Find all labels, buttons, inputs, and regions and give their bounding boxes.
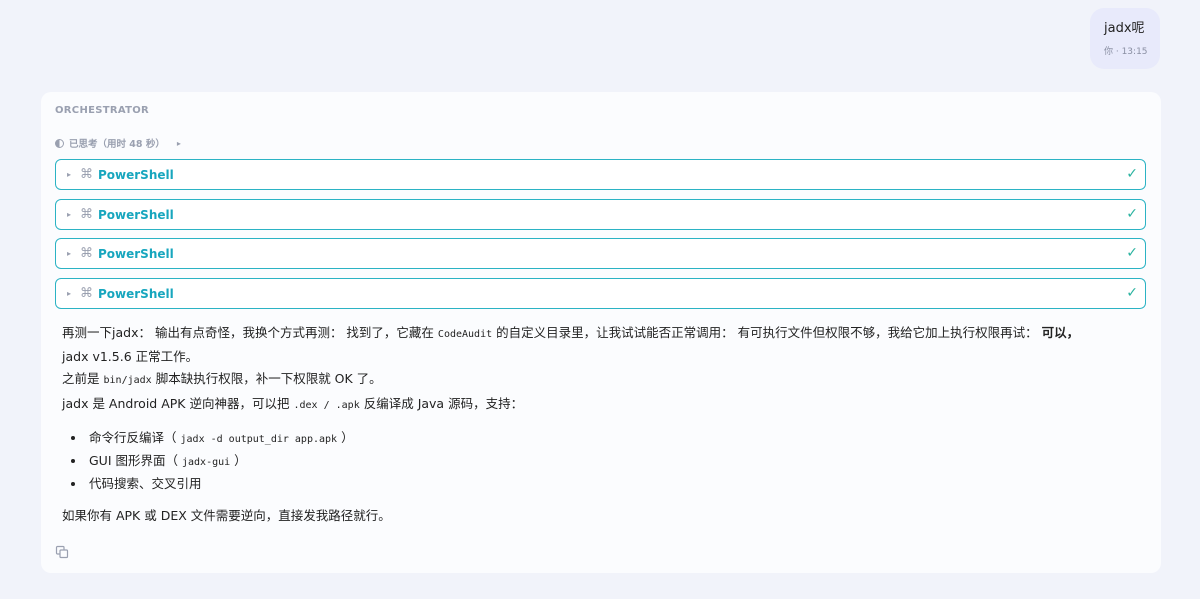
copy-icon[interactable]	[55, 545, 69, 559]
expand-caret-icon: ▸	[67, 249, 72, 258]
response-paragraph-3: jadx 是 Android APK 逆向神器，可以把 .dex / .apk 反编…	[62, 393, 1142, 417]
expand-caret-icon: ▸	[67, 210, 72, 219]
inline-code: .dex / .apk	[293, 400, 360, 411]
response-paragraph-1: 再测一下jadx： 输出有点奇怪，我换个方式再测： 找到了，它藏在 CodeAud…	[62, 322, 1142, 368]
tool-call-powershell-4[interactable]: ▸ ⌘ PowerShell ✓	[55, 278, 1146, 309]
bold-text: 可以，	[1041, 325, 1080, 340]
expand-caret-icon: ▸	[67, 289, 72, 298]
user-message-bubble: jadx呢 你 · 13:15	[1090, 8, 1160, 69]
response-paragraph-2: 之前是 bin/jadx 脚本缺执行权限，补一下权限就 OK 了。	[62, 368, 1142, 392]
tool-name: PowerShell	[98, 286, 174, 301]
response-paragraph-4: 如果你有 APK 或 DEX 文件需要逆向，直接发我路径就行。	[62, 508, 391, 523]
text-span: 代码搜索、交叉引用	[89, 476, 202, 491]
agent-label: ORCHESTRATOR	[55, 105, 150, 116]
inline-code: bin/jadx	[103, 375, 152, 386]
user-message-meta: 你 · 13:15	[1104, 47, 1148, 57]
list-item: 命令行反编译（jadx -d output_dir app.apk）	[86, 427, 354, 450]
text-span: 命令行反编译（	[89, 430, 177, 445]
command-icon: ⌘	[80, 167, 93, 182]
list-item: GUI 图形界面（ jadx-gui）	[86, 450, 354, 473]
command-icon: ⌘	[80, 246, 93, 261]
inline-code: CodeAudit	[437, 329, 493, 340]
text-span: ）	[341, 430, 354, 445]
thinking-label: 已思考（用时 48 秒）	[69, 139, 165, 150]
tool-call-powershell-2[interactable]: ▸ ⌘ PowerShell ✓	[55, 199, 1146, 230]
text-span: 反编译成 Java 源码，支持：	[363, 396, 524, 411]
check-icon: ✓	[1126, 285, 1138, 301]
tool-name: PowerShell	[98, 246, 174, 261]
check-icon: ✓	[1126, 206, 1138, 222]
expand-caret-icon: ▸	[67, 170, 72, 179]
tool-name: PowerShell	[98, 167, 174, 182]
text-span: jadx v1.5.6 正常工作。	[62, 349, 199, 364]
thinking-icon	[55, 138, 64, 148]
check-icon: ✓	[1126, 166, 1138, 182]
assistant-message-card: ORCHESTRATOR 已思考（用时 48 秒） ▸ ▸ ⌘ PowerShe…	[41, 92, 1161, 573]
tool-call-powershell-1[interactable]: ▸ ⌘ PowerShell ✓	[55, 159, 1146, 190]
text-span: ）	[234, 453, 247, 468]
text-span: jadx 是 Android APK 逆向神器，可以把	[62, 396, 290, 411]
feature-list: 命令行反编译（jadx -d output_dir app.apk） GUI 图…	[62, 427, 354, 494]
tool-call-powershell-3[interactable]: ▸ ⌘ PowerShell ✓	[55, 238, 1146, 269]
command-icon: ⌘	[80, 286, 93, 301]
command-icon: ⌘	[80, 207, 93, 222]
text-span: 脚本缺执行权限，补一下权限就 OK 了。	[155, 371, 382, 386]
expand-caret-icon: ▸	[176, 138, 181, 148]
text-span: 之前是	[62, 371, 100, 386]
list-item: 代码搜索、交叉引用	[86, 473, 354, 494]
text-span: 的自定义目录里，让我试试能否正常调用： 有可执行文件但权限不够，我给它加上执行权…	[496, 325, 1038, 340]
text-span: 再测一下jadx： 输出有点奇怪，我换个方式再测： 找到了，它藏在	[62, 325, 434, 340]
check-icon: ✓	[1126, 245, 1138, 261]
inline-code: jadx -d output_dir app.apk	[180, 434, 338, 445]
user-message-text: jadx呢	[1104, 21, 1145, 36]
tool-name: PowerShell	[98, 207, 174, 222]
inline-code: jadx-gui	[182, 457, 231, 468]
thinking-toggle[interactable]: 已思考（用时 48 秒） ▸	[55, 136, 181, 150]
text-span: GUI 图形界面（	[89, 453, 178, 468]
